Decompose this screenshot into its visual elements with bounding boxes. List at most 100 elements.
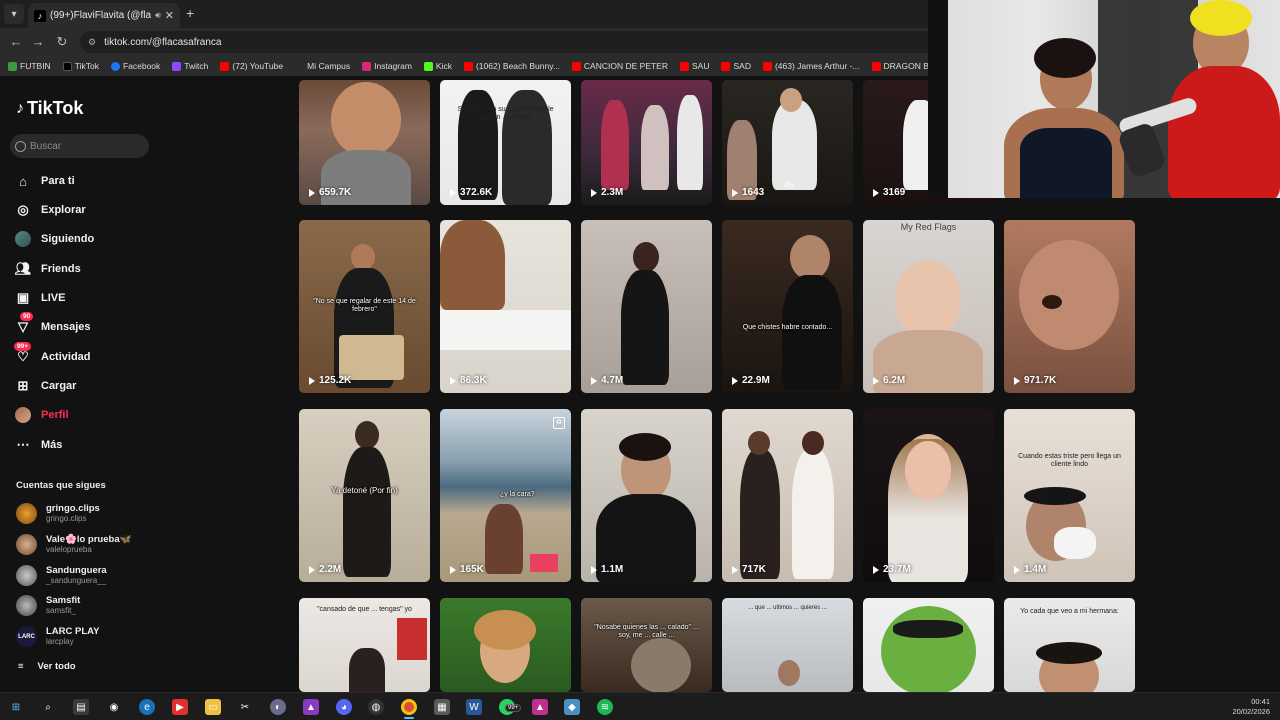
avatar <box>16 565 37 586</box>
windows-start-icon[interactable]: ⊞ <box>8 699 24 715</box>
address-bar[interactable]: ⚙ tiktok.com/@flacasafranca <box>80 31 940 53</box>
video-caption: ¿y la cara? <box>500 491 535 498</box>
video-tile[interactable] <box>440 598 571 692</box>
following-account[interactable]: gringo.clips gringo.clips <box>16 503 100 524</box>
app-icon[interactable]: ◐ <box>270 699 286 715</box>
video-tile[interactable]: Se besa con su ... pa mi que le gustan .… <box>440 80 571 205</box>
video-caption: Yo cada que veo a mi hermana: <box>1020 608 1119 615</box>
bookmark-instagram[interactable]: Instagram <box>362 61 412 71</box>
video-caption: "Nosabe quienes las ... calado" ... soy,… <box>594 624 699 639</box>
video-tile[interactable]: Yo cada que veo a mi hermana: <box>1004 598 1135 692</box>
app-icon[interactable]: ▲ <box>303 699 319 715</box>
nav-siguiendo[interactable]: Siguiendo <box>14 230 94 248</box>
bookmark-twitch[interactable]: Twitch <box>172 61 208 71</box>
new-tab-button[interactable]: + <box>186 5 194 21</box>
bookmark-youtube[interactable]: (72) YouTube <box>220 61 283 71</box>
tiktok-favicon-icon: ♪ <box>34 9 46 22</box>
search-input[interactable]: Buscar <box>10 134 149 158</box>
bookmark-mi-campus[interactable]: Mi Campus <box>295 61 350 71</box>
nav-perfil[interactable]: Perfil <box>14 406 69 424</box>
app-icon[interactable]: ▲ <box>532 699 548 715</box>
view-count: 659.7K <box>319 187 352 198</box>
forward-icon[interactable]: → <box>30 34 46 49</box>
bookmark-tiktok[interactable]: TikTok <box>62 61 99 71</box>
video-tile[interactable]: ... que ... ultimos ... quieres ... <box>722 598 853 692</box>
video-tile[interactable]: 86.3K <box>440 220 571 393</box>
video-tile[interactable]: 23.7M <box>863 409 994 582</box>
video-tile[interactable]: "No se que regalar de este 14 de febrero… <box>299 220 430 393</box>
bookmark-cancion-de-peter[interactable]: CANCION DE PETER <box>571 61 668 71</box>
following-account[interactable]: Sandunguera _sandunguera__ <box>16 565 107 586</box>
discord-icon[interactable]: ◕ <box>336 699 352 715</box>
back-icon[interactable]: ← <box>8 34 24 49</box>
nav-friends[interactable]: 👥︎ Friends <box>14 260 81 278</box>
tab-title: (99+)FlaviFlavita (@flacasaf <box>50 10 152 21</box>
capcut-icon[interactable]: ✂ <box>237 699 253 715</box>
word-icon[interactable]: W <box>466 699 482 715</box>
tab-list-button[interactable]: ▾ <box>4 4 24 24</box>
see-all-button[interactable]: ≡ Ver todo <box>18 661 76 672</box>
search-icon[interactable]: ⌕ <box>40 699 56 715</box>
video-tile[interactable]: Ya detoné (Por fin) 2.2M <box>299 409 430 582</box>
video-tile[interactable]: ⧉ ¿y la cara? 165K <box>440 409 571 582</box>
nav-mensajes[interactable]: ▽ 90 Mensajes <box>14 312 91 336</box>
calculator-icon[interactable]: ▦ <box>434 699 450 715</box>
following-account[interactable]: Samsfit samsfit_ <box>16 595 80 616</box>
video-tile[interactable]: 45 1643 <box>722 80 853 205</box>
view-count: 86.3K <box>460 375 487 386</box>
video-tile[interactable]: 4.7M <box>581 220 712 393</box>
bookmark-james-arthur[interactable]: (463) James Arthur -... <box>762 61 860 71</box>
audio-playing-icon[interactable]: 🔊︎ <box>155 10 161 21</box>
video-tile[interactable]: Cuando estas triste pero llega un client… <box>1004 409 1135 582</box>
video-tile[interactable]: 1.1M <box>581 409 712 582</box>
nav-para-ti[interactable]: ⌂ Para ti <box>14 172 75 190</box>
video-tile[interactable] <box>863 598 994 692</box>
activity-icon: ♡ 99+ <box>14 342 32 366</box>
file-explorer-icon[interactable]: ▭ <box>205 699 221 715</box>
close-tab-icon[interactable]: ✕ <box>165 9 174 22</box>
tiktok-sidebar: ♪ TikTok Buscar ⌂ Para ti ◎ Explorar Sig… <box>0 76 160 692</box>
obs-icon[interactable]: ◍ <box>368 699 384 715</box>
app-icon[interactable]: ◆ <box>564 699 580 715</box>
bookmark-kick[interactable]: Kick <box>423 61 452 71</box>
bookmark-facebook[interactable]: Facebook <box>110 61 160 71</box>
video-tile[interactable]: My Red Flags 6.2M <box>863 220 994 393</box>
tiktok-logo[interactable]: ♪ TikTok <box>16 98 83 119</box>
bookmark-futbin[interactable]: FUTBIN <box>8 61 51 71</box>
spotify-icon[interactable]: ≋ <box>597 699 613 715</box>
bookmark-beach-bunny[interactable]: (1062) Beach Bunny... <box>463 61 560 71</box>
nav-explorar[interactable]: ◎ Explorar <box>14 201 85 219</box>
play-icon <box>450 565 456 574</box>
copilot-icon[interactable]: ◉ <box>106 699 122 715</box>
nav-actividad[interactable]: ♡ 99+ Actividad <box>14 342 91 366</box>
following-account[interactable]: LARC LARC PLAY larcplay <box>16 626 100 647</box>
edge-icon[interactable]: e <box>139 699 155 715</box>
bookmark-sau[interactable]: SAU <box>680 61 709 71</box>
active-app-indicator <box>404 717 414 719</box>
bookmark-sad[interactable]: SAD <box>721 61 751 71</box>
video-tile[interactable]: Que chistes habre contado... 22.9M <box>722 220 853 393</box>
view-count: 372.6K <box>460 187 493 198</box>
video-tile[interactable]: 659.7K <box>299 80 430 205</box>
whatsapp-icon[interactable]: 99+ <box>499 699 522 715</box>
game-app-icon[interactable]: ▶ <box>172 699 188 715</box>
reload-icon[interactable]: ↻ <box>54 34 70 50</box>
store-icon[interactable]: ▤ <box>73 699 89 715</box>
home-icon: ⌂ <box>19 173 27 189</box>
nav-cargar[interactable]: ⊞ Cargar <box>14 377 77 395</box>
following-account[interactable]: Vale🌸lo prueba🦋 valeloprueba <box>16 534 131 555</box>
video-tile[interactable]: "Nosabe quienes las ... calado" ... soy,… <box>581 598 712 692</box>
nav-live[interactable]: ▣ LIVE <box>14 289 66 307</box>
video-tile[interactable]: "cansado de que ... tengas" yo <box>299 598 430 692</box>
video-caption: "cansado de que ... tengas" yo <box>317 606 412 613</box>
whatsapp-badge: 99+ <box>505 704 522 712</box>
system-clock[interactable]: 00:41 20/02/2026 <box>1232 697 1270 717</box>
browser-tab-active[interactable]: ♪ (99+)FlaviFlavita (@flacasaf 🔊︎ ✕ <box>28 3 180 28</box>
video-tile[interactable]: 971.7K <box>1004 220 1135 393</box>
video-tile[interactable]: 2.3M <box>581 80 712 205</box>
site-info-icon[interactable]: ⚙ <box>88 37 96 48</box>
video-tile[interactable]: 717K <box>722 409 853 582</box>
nav-mas[interactable]: ⋯ Más <box>14 436 63 454</box>
webcam-overlay <box>928 0 1280 198</box>
chrome-icon[interactable] <box>401 699 417 715</box>
